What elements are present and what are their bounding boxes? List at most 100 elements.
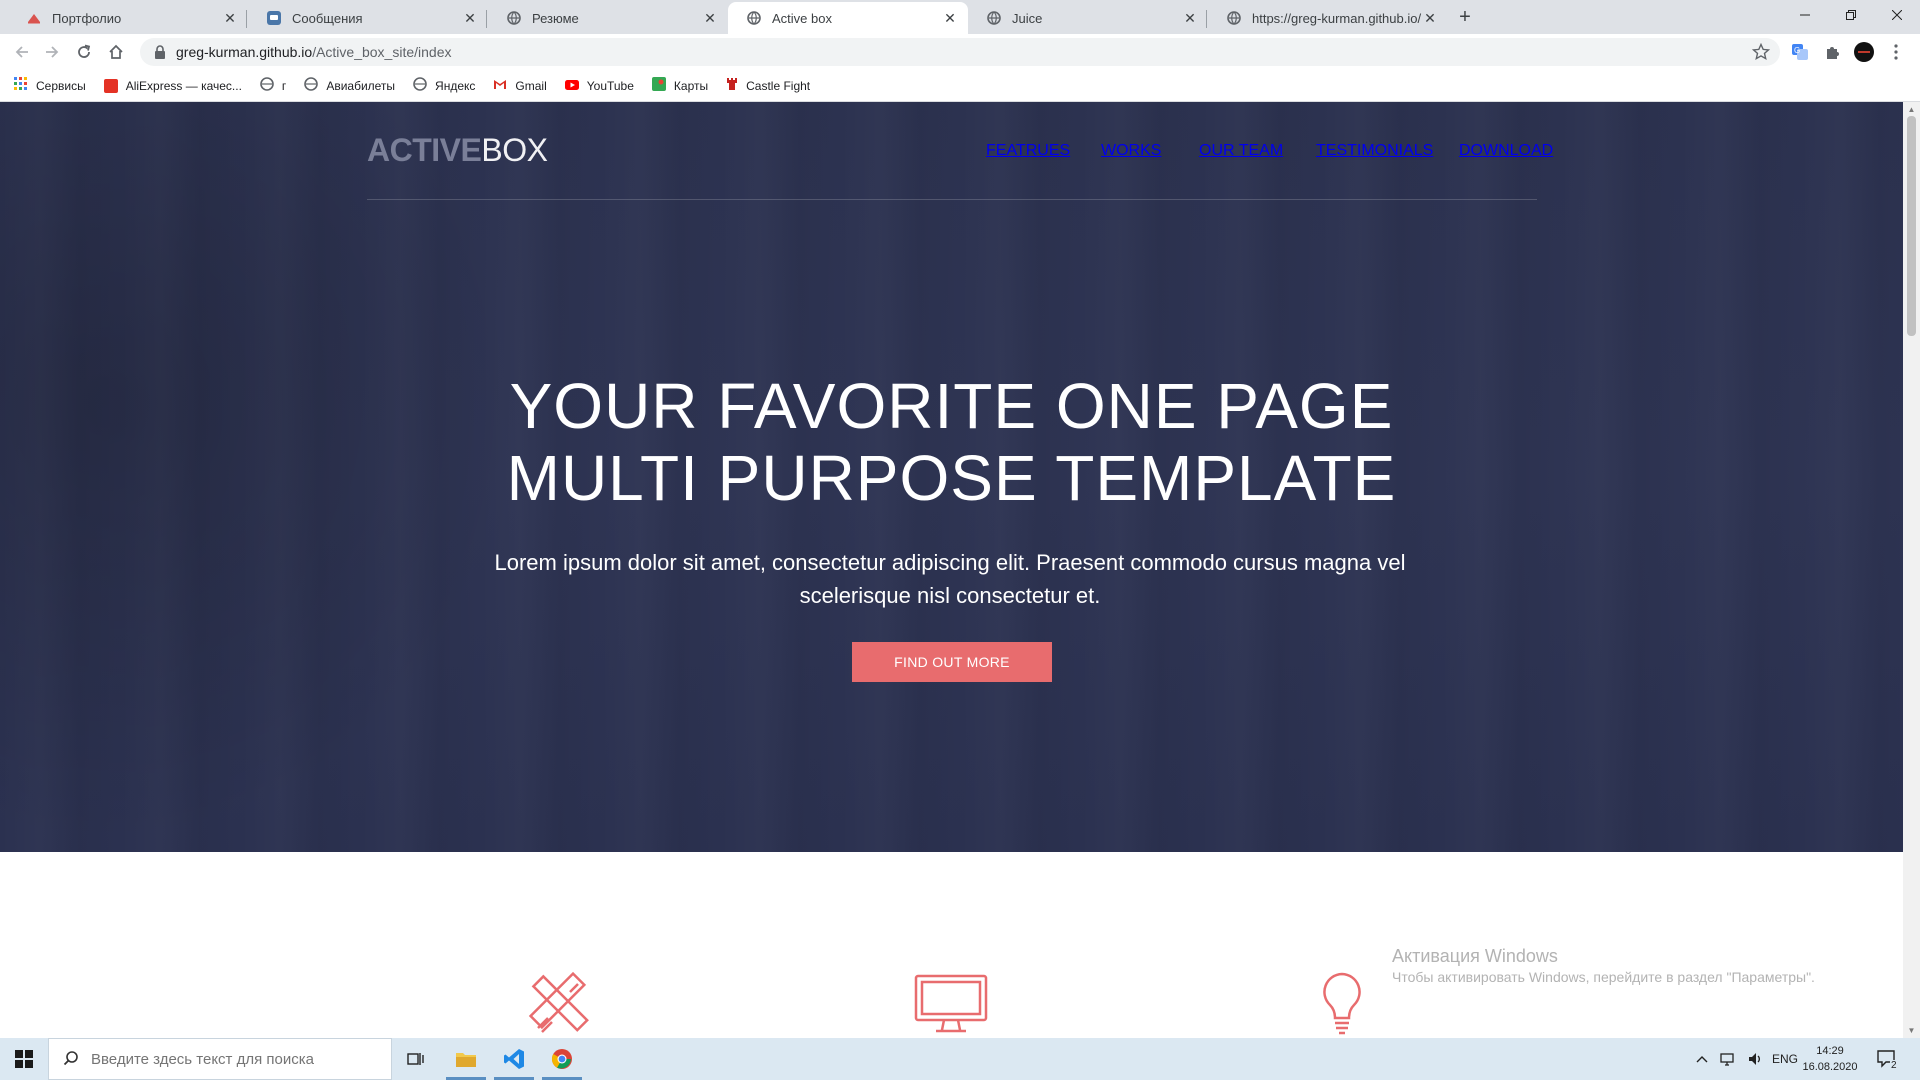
scrollbar-thumb[interactable] [1907,116,1916,336]
tab-messages[interactable]: Сообщения ✕ [248,2,488,34]
globe-icon [304,77,319,94]
tab-github-page[interactable]: https://greg-kurman.github.io/B ✕ [1208,2,1448,34]
castle-icon [726,77,738,94]
restore-button[interactable] [1828,0,1874,30]
bookmark-yandex[interactable]: Яндекс [413,77,475,94]
globe-icon [746,10,762,26]
page-viewport: ACTIVEBOX FEATRUES WORKS OUR TEAM TESTIM… [0,102,1903,1038]
bookmark-label: г [281,78,287,93]
task-view-button[interactable] [392,1038,440,1080]
tab-active-box[interactable]: Active box ✕ [728,2,968,34]
extensions-puzzle-icon[interactable] [1822,42,1842,62]
lock-icon[interactable] [154,45,166,59]
profile-avatar[interactable] [1854,42,1874,62]
notification-count-badge: 2 [1890,1060,1898,1071]
tab-separator [1206,10,1207,28]
bookmark-label: Яндекс [435,78,476,93]
folder-icon [456,1053,476,1067]
forward-button[interactable] [40,40,64,64]
url-host: greg-kurman.github.io [176,44,313,60]
feature-icon-design [528,970,594,1038]
tab-juice[interactable]: Juice ✕ [968,2,1208,34]
search-icon [63,1050,79,1069]
vscode-icon [504,1049,524,1069]
close-icon[interactable]: ✕ [222,10,238,26]
show-hidden-icons-chevron-icon[interactable] [1696,1038,1708,1080]
bookmark-label: Gmail [515,78,547,93]
scroll-up-arrow-icon[interactable]: ▲ [1907,105,1916,114]
headline-line-1: YOUR FAVORITE ONE PAGE [509,370,1394,442]
bookmark-aliexpress[interactable]: AliExpress — качес... [103,78,242,93]
bookmark-aviabilety[interactable]: Авиабилеты [304,77,395,94]
bookmark-gmail[interactable]: Gmail [493,78,547,93]
nav-link-download[interactable]: DOWNLOAD [1459,142,1553,160]
bookmark-services[interactable]: Сервисы [14,77,86,94]
taskbar-search[interactable] [48,1038,392,1080]
bookmark-castle-fight[interactable]: Castle Fight [726,77,810,94]
tab-portfolio[interactable]: Портфолио ✕ [8,2,248,34]
close-window-button[interactable] [1874,0,1920,30]
feature-icon-monitor [914,974,988,1038]
bookmark-star-icon[interactable] [1751,42,1771,61]
close-icon[interactable]: ✕ [1422,10,1438,26]
tab-title: Juice [1012,10,1043,26]
tab-separator [246,10,247,28]
new-tab-button[interactable]: + [1454,6,1476,28]
bookmark-maps[interactable]: Карты [651,77,708,94]
vscode-button[interactable] [490,1038,538,1080]
globe-icon [506,10,522,26]
messages-favicon-icon [266,10,282,26]
bookmark-label: Авиабилеты [326,78,396,93]
globe-icon [986,10,1002,26]
logo-bold-part: ACTIVE [367,132,482,168]
site-logo[interactable]: ACTIVEBOX [367,132,548,169]
input-language[interactable]: ENG [1772,1038,1798,1080]
bookmark-g[interactable]: г [260,77,286,94]
headline-line-2: MULTI PURPOSE TEMPLATE [506,442,1397,514]
minimize-button[interactable] [1782,0,1828,30]
nav-link-works[interactable]: WORKS [1101,142,1161,160]
watermark-title: Активация Windows [1392,946,1558,966]
start-button[interactable] [0,1038,48,1080]
url-path: /Active_box_site/index [312,44,452,60]
browser-tab-strip: Портфолио ✕ Сообщения ✕ Резюме ✕ Active … [0,0,1920,34]
find-out-more-button[interactable]: FIND OUT MORE [852,642,1052,682]
nav-link-testimonials[interactable]: TESTIMONIALS [1316,142,1433,160]
search-input[interactable] [91,1050,371,1068]
tab-title: Active box [772,10,832,26]
network-icon[interactable] [1720,1038,1738,1080]
tab-title: Сообщения [292,10,363,26]
notification-center-button[interactable]: 2 [1876,1038,1898,1080]
close-icon[interactable]: ✕ [462,10,478,26]
close-icon[interactable]: ✕ [702,10,718,26]
taskbar-clock[interactable]: 14:29 16.08.2020 [1800,1043,1860,1075]
youtube-icon [564,79,579,93]
hero-section: ACTIVEBOX FEATRUES WORKS OUR TEAM TESTIM… [0,102,1903,852]
nav-link-features[interactable]: FEATRUES [986,142,1070,160]
portfolio-favicon-icon [26,10,42,26]
translate-extension-icon[interactable]: G [1790,42,1810,62]
close-icon[interactable]: ✕ [942,10,958,26]
file-explorer-button[interactable] [442,1038,490,1080]
apps-grid-icon [14,77,28,94]
bookmark-label: Castle Fight [746,78,811,93]
close-icon[interactable]: ✕ [1182,10,1198,26]
reload-button[interactable] [72,40,96,64]
bookmark-label: YouTube [586,78,634,93]
globe-icon [1226,10,1242,26]
address-bar[interactable]: greg-kurman.github.io/Active_box_site/in… [140,38,1780,66]
menu-kebab-icon[interactable] [1886,42,1906,62]
scroll-down-arrow-icon[interactable]: ▼ [1907,1026,1916,1035]
bookmark-youtube[interactable]: YouTube [564,78,634,93]
nav-link-our-team[interactable]: OUR TEAM [1199,142,1283,160]
browser-toolbar: greg-kurman.github.io/Active_box_site/in… [0,34,1920,70]
page-scrollbar[interactable]: ▲ ▼ [1903,102,1920,1038]
volume-icon[interactable] [1748,1038,1764,1080]
feature-icon-lightbulb [1320,972,1364,1038]
logo-light-part: BOX [481,132,548,168]
back-button[interactable] [10,40,34,64]
home-button[interactable] [104,40,128,64]
chrome-button[interactable] [538,1038,586,1080]
tab-resume[interactable]: Резюме ✕ [488,2,728,34]
tab-title: Резюме [532,10,579,26]
